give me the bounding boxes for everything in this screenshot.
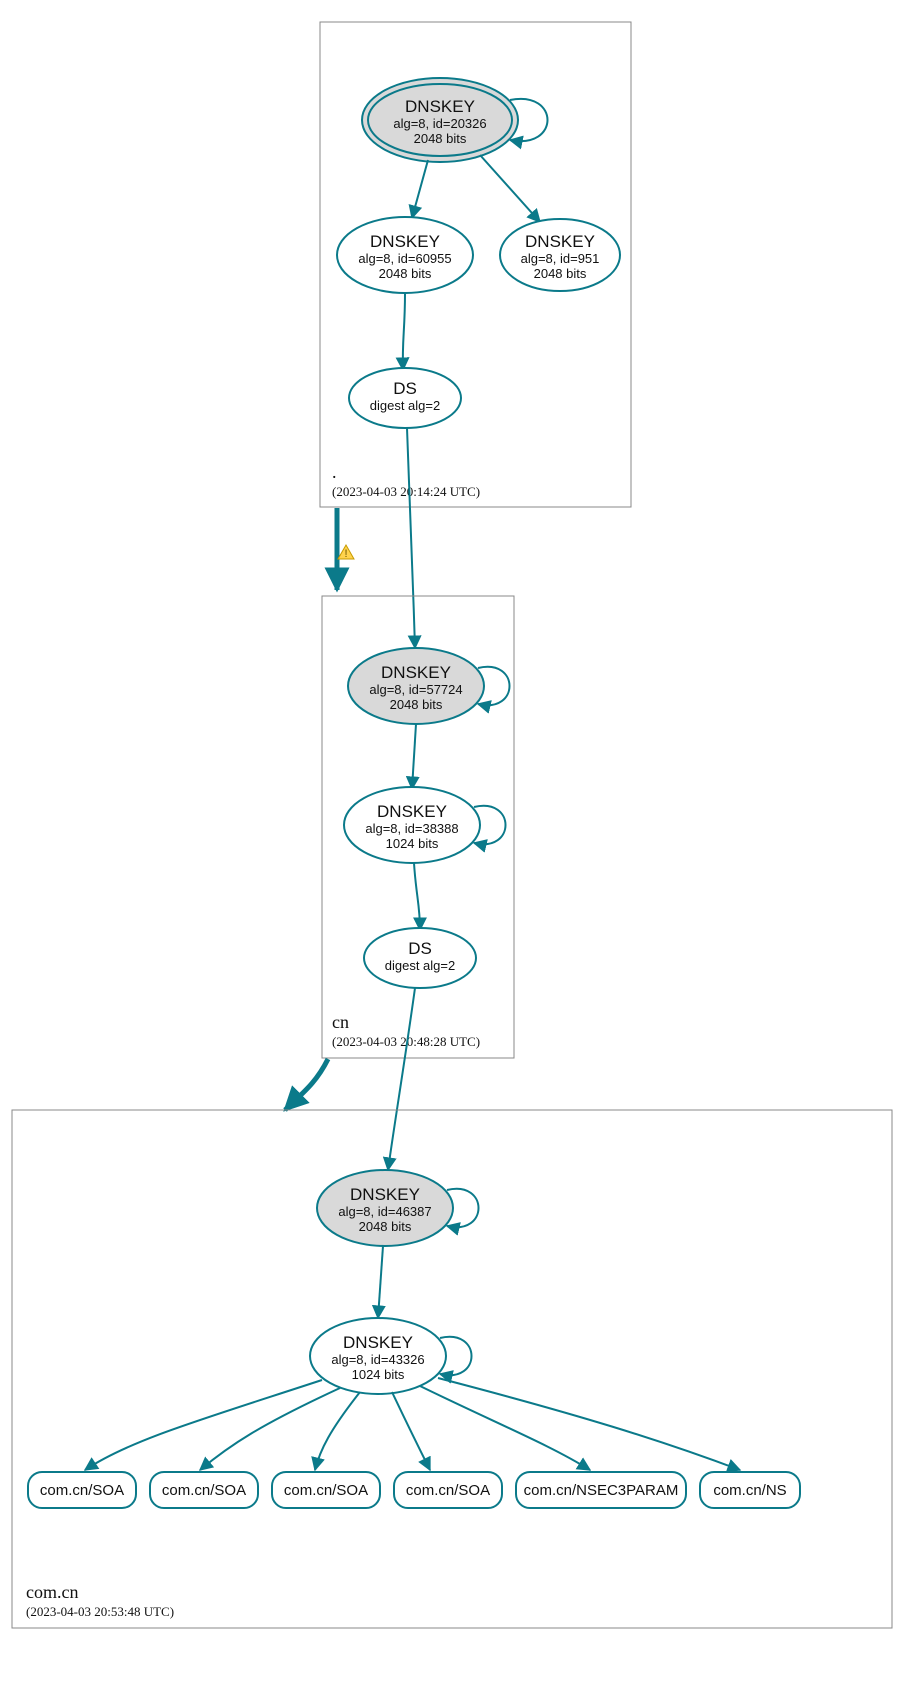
svg-text:com.cn/NS: com.cn/NS	[713, 1482, 786, 1499]
svg-text:2048 bits: 2048 bits	[379, 266, 432, 281]
svg-text:digest alg=2: digest alg=2	[385, 958, 455, 973]
svg-text:2048 bits: 2048 bits	[359, 1219, 412, 1234]
svg-text:DNSKEY: DNSKEY	[350, 1185, 420, 1204]
edge-zsk-to-l6	[438, 1378, 740, 1470]
svg-text:alg=8, id=57724: alg=8, id=57724	[369, 682, 462, 697]
svg-text:DNSKEY: DNSKEY	[377, 802, 447, 821]
node-root-zsk1: DNSKEY alg=8, id=60955 2048 bits	[337, 217, 473, 293]
edge-cn-zsk-to-ds	[414, 863, 420, 930]
edge-cn-to-comcn-delegation	[285, 1059, 328, 1110]
node-root-ksk-l2: alg=8, id=20326	[393, 116, 486, 131]
node-root-ksk-title: DNSKEY	[405, 97, 475, 116]
zone-cn-name: cn	[332, 1012, 349, 1032]
edge-zsk-to-l5	[420, 1386, 590, 1470]
svg-text:DNSKEY: DNSKEY	[343, 1333, 413, 1352]
svg-text:DNSKEY: DNSKEY	[525, 232, 595, 251]
edge-root-zsk1-to-ds	[403, 293, 405, 370]
node-root-ksk: DNSKEY alg=8, id=20326 2048 bits	[362, 78, 518, 162]
edge-zsk-to-l3	[315, 1392, 360, 1470]
node-cn-ds: DS digest alg=2	[364, 928, 476, 988]
svg-text:alg=8, id=60955: alg=8, id=60955	[358, 251, 451, 266]
svg-text:com.cn/SOA: com.cn/SOA	[162, 1482, 246, 1499]
svg-text:2048 bits: 2048 bits	[534, 266, 587, 281]
leaf-l5: com.cn/NSEC3PARAM	[516, 1472, 686, 1508]
edge-zsk-to-l1	[85, 1380, 322, 1470]
svg-text:2048 bits: 2048 bits	[390, 697, 443, 712]
svg-text:com.cn/SOA: com.cn/SOA	[40, 1482, 124, 1499]
svg-text:alg=8, id=951: alg=8, id=951	[521, 251, 600, 266]
zone-root-timestamp: (2023-04-03 20:14:24 UTC)	[332, 484, 480, 499]
svg-text:com.cn/SOA: com.cn/SOA	[284, 1482, 368, 1499]
leaf-l3: com.cn/SOA	[272, 1472, 380, 1508]
node-comcn-zsk: DNSKEY alg=8, id=43326 1024 bits	[310, 1318, 446, 1394]
svg-text:!: !	[344, 548, 347, 560]
edge-comcn-ksk-to-zsk	[378, 1246, 383, 1318]
svg-text:alg=8, id=46387: alg=8, id=46387	[338, 1204, 431, 1219]
svg-text:DNSKEY: DNSKEY	[370, 232, 440, 251]
svg-text:1024 bits: 1024 bits	[386, 836, 439, 851]
node-root-ksk-l3: 2048 bits	[414, 131, 467, 146]
node-cn-ksk: DNSKEY alg=8, id=57724 2048 bits	[348, 648, 484, 724]
svg-text:1024 bits: 1024 bits	[352, 1367, 405, 1382]
svg-text:DS: DS	[408, 939, 432, 958]
svg-text:com.cn/NSEC3PARAM: com.cn/NSEC3PARAM	[524, 1482, 679, 1499]
svg-text:alg=8, id=43326: alg=8, id=43326	[331, 1352, 424, 1367]
edge-root-ds-to-cn-ksk	[407, 428, 415, 648]
node-root-ds: DS digest alg=2	[349, 368, 461, 428]
edge-zsk-to-l4	[392, 1392, 430, 1470]
svg-text:com.cn/SOA: com.cn/SOA	[406, 1482, 490, 1499]
dnssec-graph: . (2023-04-03 20:14:24 UTC) DNSKEY alg=8…	[0, 0, 907, 1690]
zone-comcn-name: com.cn	[26, 1582, 78, 1602]
zone-comcn-box	[12, 1110, 892, 1628]
edge-cn-ds-to-comcn-ksk	[388, 988, 415, 1170]
leaf-l6: com.cn/NS	[700, 1472, 800, 1508]
node-root-zsk2: DNSKEY alg=8, id=951 2048 bits	[500, 219, 620, 291]
edge-cn-ksk-to-zsk	[412, 724, 416, 789]
leaf-l2: com.cn/SOA	[150, 1472, 258, 1508]
node-comcn-ksk: DNSKEY alg=8, id=46387 2048 bits	[317, 1170, 453, 1246]
edge-root-ksk-to-zsk2	[480, 155, 540, 222]
leaf-l1: com.cn/SOA	[28, 1472, 136, 1508]
svg-text:alg=8, id=38388: alg=8, id=38388	[365, 821, 458, 836]
warning-icon: !	[338, 545, 354, 560]
zone-comcn-timestamp: (2023-04-03 20:53:48 UTC)	[26, 1604, 174, 1619]
svg-text:DS: DS	[393, 379, 417, 398]
svg-text:DNSKEY: DNSKEY	[381, 663, 451, 682]
svg-text:digest alg=2: digest alg=2	[370, 398, 440, 413]
node-cn-zsk: DNSKEY alg=8, id=38388 1024 bits	[344, 787, 480, 863]
zone-root-name: .	[332, 462, 337, 482]
leaf-l4: com.cn/SOA	[394, 1472, 502, 1508]
edge-root-ksk-to-zsk1	[412, 160, 428, 218]
